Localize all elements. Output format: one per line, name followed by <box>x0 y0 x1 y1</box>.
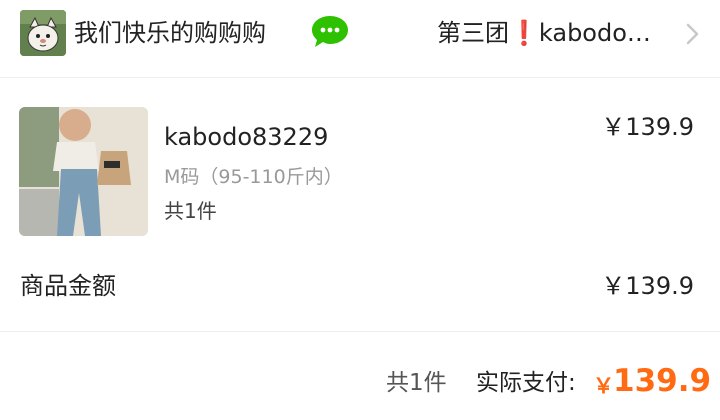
product-image[interactable] <box>19 107 148 236</box>
group-label[interactable]: 第三团❗kabodo… <box>437 16 651 50</box>
product-photo-jeans-icon <box>19 107 148 236</box>
actual-payment-label: 实际支付: <box>476 370 576 396</box>
shop-avatar[interactable] <box>20 10 66 56</box>
currency-symbol: ￥ <box>593 374 614 398</box>
payment-summary: 共1件 实际支付: ￥ 139.9 <box>0 332 720 420</box>
cartoon-avatar-icon <box>20 10 66 56</box>
product-quantity: 共1件 <box>164 199 217 223</box>
order-header: 我们快乐的购购购 第三团❗kabodo… <box>0 0 720 78</box>
product-spec: M码（95-110斤内） <box>164 166 343 188</box>
merchandise-amount-row: 商品金额 ￥139.9 <box>0 250 720 332</box>
shop-name[interactable]: 我们快乐的购购购 <box>74 16 266 50</box>
wechat-icon[interactable] <box>308 12 352 52</box>
summary-item-count: 共1件 <box>386 370 447 396</box>
actual-payment-total: 139.9 <box>613 363 712 399</box>
merchandise-amount-value: ￥139.9 <box>601 272 694 300</box>
product-item[interactable]: kabodo83229 M码（95-110斤内） 共1件 ￥139.9 <box>0 78 720 250</box>
chevron-right-icon[interactable] <box>685 22 701 46</box>
product-price: ￥139.9 <box>601 113 694 141</box>
product-title[interactable]: kabodo83229 <box>164 121 328 153</box>
merchandise-amount-label: 商品金额 <box>20 272 116 300</box>
